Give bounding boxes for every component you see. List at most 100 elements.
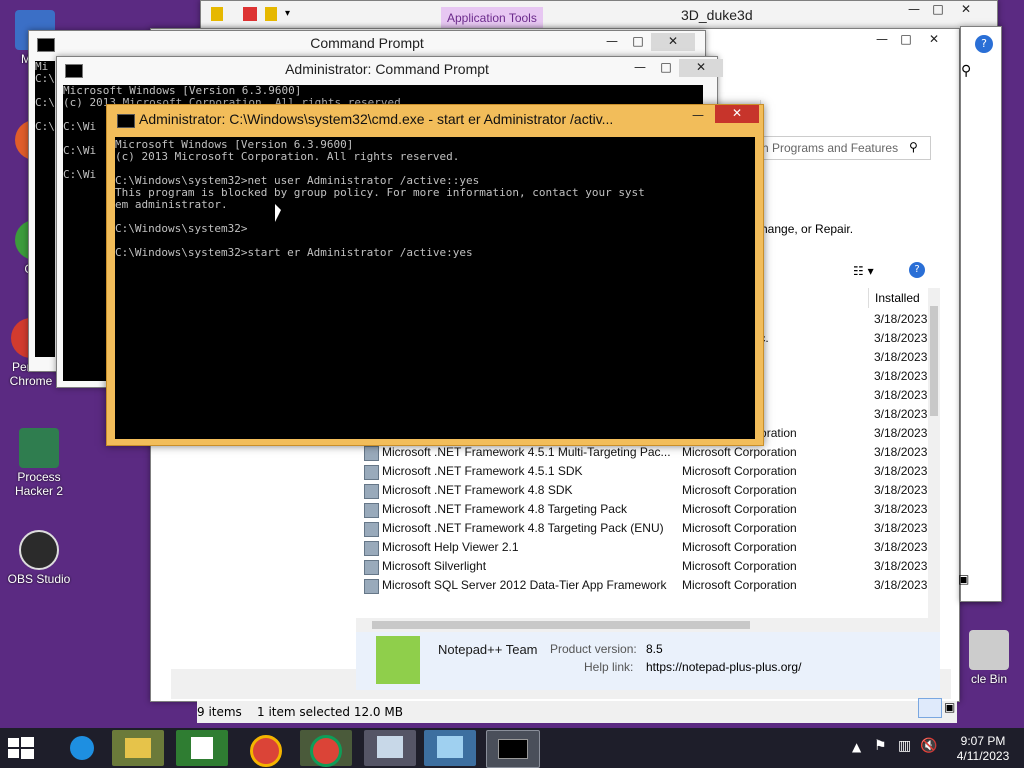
close-button[interactable]: ✕ (679, 59, 723, 77)
help-icon[interactable]: ? (975, 35, 993, 53)
notepad-plus-plus-icon (376, 636, 420, 684)
store-icon (191, 737, 213, 759)
maximize-button[interactable]: □ (653, 59, 679, 77)
minimize-button[interactable]: — (869, 31, 895, 49)
program-name: Microsoft SQL Server 2012 Data-Tier App … (382, 578, 667, 592)
taskbar-chrome-profile[interactable] (300, 730, 352, 767)
volume-muted-icon[interactable]: 🔇 (920, 738, 937, 754)
properties-icon[interactable] (243, 7, 257, 21)
cmd-window-3-title: Administrator: C:\Windows\system32\cmd.e… (139, 111, 614, 127)
start-button[interactable] (6, 736, 36, 760)
horizontal-scrollbar[interactable] (356, 618, 940, 632)
maximize-button[interactable]: □ (893, 31, 919, 49)
cmd-window-3-screen[interactable]: Microsoft Windows [Version 6.3.9600] (c)… (115, 137, 755, 439)
close-button[interactable]: ✕ (921, 31, 947, 49)
minimize-button[interactable]: — (599, 33, 625, 51)
taskbar-chrome[interactable] (240, 730, 292, 767)
network-icon[interactable]: ▥ (898, 738, 911, 754)
program-installed-on: 3/18/2023 (874, 521, 928, 535)
program-publisher: Microsoft Corporation (682, 559, 797, 573)
desktop-icon-obs-studio[interactable]: OBS Studio (4, 530, 74, 586)
program-publisher: Microsoft Corporation (682, 502, 797, 516)
table-row[interactable]: Microsoft SQL Server 2012 Data-Tier App … (356, 576, 931, 595)
program-publisher: Microsoft Corporation (682, 540, 797, 554)
desktop-icon-process-hacker[interactable]: Process Hacker 2 (4, 428, 74, 498)
program-publisher: Microsoft Corporation (682, 483, 797, 497)
large-icons-view-icon[interactable]: ▣ (944, 700, 955, 714)
minimize-button[interactable]: — (627, 59, 653, 77)
search-icon[interactable]: ⚲ (961, 63, 971, 79)
program-publisher: Microsoft Corporation (682, 521, 797, 535)
table-row[interactable]: Microsoft .NET Framework 4.5.1 SDK Micros… (356, 462, 931, 481)
program-installed-on: 3/18/2023 (874, 388, 928, 402)
minimize-button[interactable]: — (685, 107, 711, 125)
maximize-button[interactable]: □ (925, 1, 951, 19)
program-icon (364, 503, 379, 518)
details-view-icon[interactable] (918, 698, 942, 718)
mouse-cursor-icon (275, 204, 281, 222)
cmd-window-1-screen[interactable]: Mi C:\ C:\ C:\ (35, 61, 55, 357)
program-installed-on: 3/18/2023 (874, 559, 928, 573)
taskbar-app[interactable] (364, 730, 416, 766)
ribbon-tab-application-tools[interactable]: Application Tools (441, 7, 543, 29)
internet-explorer-icon (70, 736, 94, 760)
status-selection: 1 item selected 12.0 MB (257, 705, 403, 719)
program-name: Microsoft Help Viewer 2.1 (382, 540, 519, 554)
program-icon (364, 465, 379, 480)
table-row[interactable]: Microsoft .NET Framework 4.8 Targeting P… (356, 519, 931, 538)
table-row[interactable]: Microsoft Help Viewer 2.1 Microsoft Corpo… (356, 538, 931, 557)
cmd-window-3[interactable]: Administrator: C:\Windows\system32\cmd.e… (106, 104, 764, 446)
program-installed-on: 3/18/2023 (874, 502, 928, 516)
taskbar-control-panel[interactable] (424, 730, 476, 766)
folder-icon[interactable] (211, 7, 223, 21)
program-installed-on: 3/18/2023 (874, 426, 928, 440)
table-row[interactable]: Microsoft Silverlight Microsoft Corporati… (356, 557, 931, 576)
taskbar-internet-explorer[interactable] (56, 730, 108, 766)
app-icon (377, 736, 403, 758)
process-hacker-icon (19, 428, 59, 468)
column-header-installed-on[interactable]: Installed (868, 288, 935, 308)
scrollbar-thumb[interactable] (930, 306, 938, 416)
windows-logo-icon (8, 737, 34, 759)
help-icon[interactable]: ? (909, 262, 925, 278)
details-help-link[interactable]: https://notepad-plus-plus.org/ (646, 660, 801, 674)
view-options-icon[interactable]: ☷ ▾ (853, 264, 874, 278)
details-product-version-label: Product version: (550, 642, 637, 656)
show-hidden-icons-icon[interactable]: ▲ (852, 740, 861, 754)
details-pane: Notepad++ Team Product version: 8.5 Help… (356, 632, 940, 690)
table-row[interactable]: Microsoft .NET Framework 4.8 SDK Microsof… (356, 481, 931, 500)
program-name: Microsoft .NET Framework 4.5.1 SDK (382, 464, 583, 478)
desktop-icon-recycle-bin[interactable]: cle Bin (954, 630, 1024, 686)
taskbar-file-explorer[interactable] (112, 730, 164, 766)
taskbar-command-prompt[interactable] (486, 730, 540, 768)
program-name: Microsoft .NET Framework 4.8 Targeting P… (382, 502, 627, 516)
cmd-icon (117, 114, 135, 128)
search-programs-input[interactable]: h Programs and Features (761, 136, 931, 160)
cmd-icon (498, 739, 528, 759)
program-name: Microsoft .NET Framework 4.8 Targeting P… (382, 521, 664, 535)
action-center-flag-icon[interactable]: ⚑ (874, 738, 887, 754)
chrome-icon (310, 735, 342, 767)
minimize-button[interactable]: — (901, 1, 927, 19)
program-installed-on: 3/18/2023 (874, 445, 928, 459)
taskbar-store[interactable] (176, 730, 228, 766)
table-row[interactable]: Microsoft .NET Framework 4.8 Targeting P… (356, 500, 931, 519)
view-toggle-icon[interactable]: ▣ (958, 572, 969, 586)
quick-access-dropdown-icon[interactable]: ▾ (285, 8, 290, 19)
system-clock[interactable]: 9:07 PM 4/11/2023 (948, 734, 1018, 764)
program-icon (364, 560, 379, 575)
program-installed-on: 3/18/2023 (874, 540, 928, 554)
close-button[interactable]: ✕ (651, 33, 695, 51)
close-button[interactable]: ✕ (953, 1, 979, 19)
program-installed-on: 3/18/2023 (874, 578, 928, 592)
scrollbar-thumb[interactable] (372, 621, 750, 629)
maximize-button[interactable]: □ (625, 33, 651, 51)
details-product-version: 8.5 (646, 642, 663, 656)
background-window-edge: ? ⚲ (960, 26, 1002, 602)
program-icon (364, 541, 379, 556)
search-icon: ⚲ (909, 140, 918, 154)
new-folder-icon[interactable] (265, 7, 277, 21)
statusbar: 9 items 1 item selected 12.0 MB (197, 701, 957, 723)
close-button[interactable]: ✕ (715, 105, 759, 123)
details-help-link-label: Help link: (584, 660, 634, 674)
